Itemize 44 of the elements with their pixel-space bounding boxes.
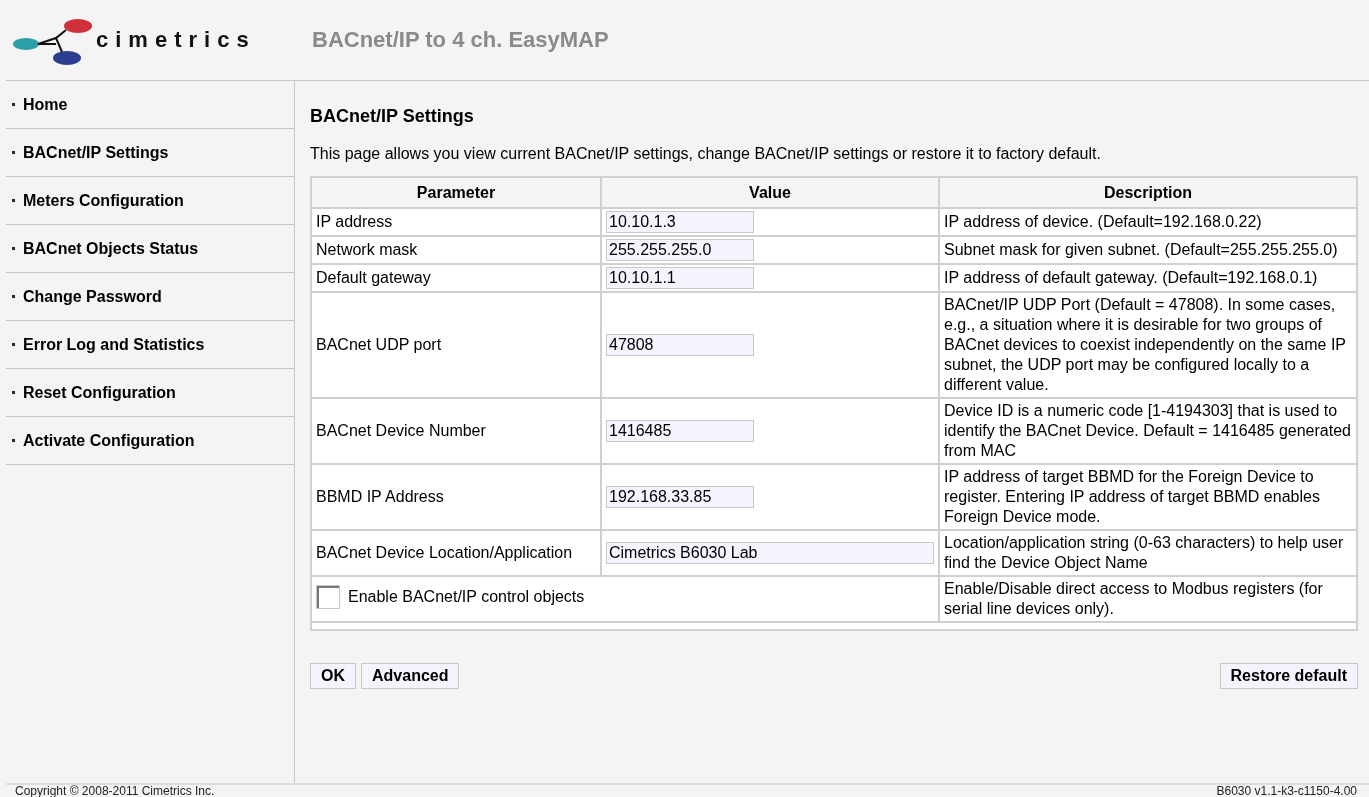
sidebar-item[interactable]: Meters Configuration (6, 177, 294, 225)
version-text: B6030 v1.1-k3-c1150-4.00 (1216, 785, 1357, 797)
parameter-cell: Network mask (311, 236, 601, 264)
parameter-cell: IP address (311, 208, 601, 236)
restore-default-button[interactable]: Restore default (1219, 663, 1358, 689)
description-cell: Subnet mask for given subnet. (Default=255.255.255.0) (939, 236, 1357, 264)
intro-text: This page allows you view current BACnet/IP settings, change BACnet/IP settings or restore it to factory default. (310, 145, 1102, 163)
description-cell: Device ID is a numeric code [1-4194303] that is used to identify the BACnet Device. Default = 1416485 generated from MAC (939, 398, 1357, 464)
sidebar-item[interactable]: Home (6, 81, 294, 129)
parameter-cell: BACnet UDP port (311, 292, 601, 398)
value-field[interactable]: 192.168.33.85 (606, 486, 754, 508)
parameter-cell: BACnet Device Location/Application (311, 530, 601, 576)
description-cell: IP address of default gateway. (Default=192.168.0.1) (939, 264, 1357, 292)
description-cell: Location/application string (0-63 characters) to help user find the Device Object Name (939, 530, 1357, 576)
parameter-cell: Default gateway (311, 264, 601, 292)
sidebar-item[interactable]: Activate Configuration (6, 417, 294, 465)
value-field[interactable]: 10.10.1.3 (606, 211, 754, 233)
parameter-cell: BBMD IP Address (311, 464, 601, 530)
value-field[interactable]: 47808 (606, 334, 754, 356)
column-header: Parameter (311, 177, 601, 208)
description-cell: IP address of target BBMD for the Foreign Device to register. Entering IP address of target BBMD enables Foreign Device mode. (939, 464, 1357, 530)
form-button[interactable]: Advanced (361, 663, 460, 689)
column-header: Value (601, 177, 939, 208)
sidebar-item[interactable]: Reset Configuration (6, 369, 294, 417)
parameter-cell: BACnet Device Number (311, 398, 601, 464)
sidebar-item[interactable]: BACnet/IP Settings (6, 129, 294, 177)
value-field[interactable]: 10.10.1.1 (606, 267, 754, 289)
description-cell: BACnet/IP UDP Port (Default = 47808). In some cases, e.g., a situation where it is desirable for two groups of BACnet devices to coexist independently on the same IP subnet, the UDP port may be configured locally to a different value. (939, 292, 1357, 398)
product-title: BACnet/IP to 4 ch. EasyMAP (312, 27, 609, 53)
copyright-text: Copyright © 2008-2011 Cimetrics Inc. (15, 785, 215, 797)
logo-text: cimetrics (96, 27, 256, 53)
sidebar-item[interactable]: BACnet Objects Status (6, 225, 294, 273)
checkbox-label: Enable BACnet/IP control objects (348, 586, 585, 607)
value-field[interactable]: 1416485 (606, 420, 754, 442)
sidebar-item[interactable]: Error Log and Statistics (6, 321, 294, 369)
checkbox[interactable] (316, 584, 340, 609)
value-field[interactable]: 255.255.255.0 (606, 239, 754, 261)
sidebar-item[interactable]: Change Password (6, 273, 294, 321)
description-cell: IP address of device. (Default=192.168.0.22) (939, 208, 1357, 236)
column-header: Description (939, 177, 1357, 208)
section-heading: BACnet/IP Settings (310, 106, 475, 127)
description-cell: Enable/Disable direct access to Modbus registers (for serial line devices only). (939, 576, 1357, 622)
value-field[interactable]: Cimetrics B6030 Lab (606, 542, 934, 564)
form-button[interactable]: OK (310, 663, 356, 689)
